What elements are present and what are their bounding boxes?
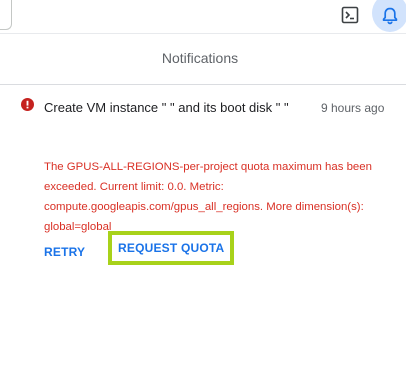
notification-error-message: The GPUS-ALL-REGIONS-per-project quota m… [44,161,372,233]
error-icon [21,98,34,111]
divider [0,84,406,85]
retry-button[interactable]: RETRY [44,236,85,268]
search-box-edge[interactable] [0,0,12,30]
panel-title: Notifications [161,50,239,66]
request-quota-button[interactable]: REQUEST QUOTA [108,231,235,265]
notification-title: Create VM instance " " and its boot disk… [44,100,289,115]
notification-time: 9 hours ago [321,101,385,115]
notifications-panel: Notifications Create VM instance " " and… [0,33,406,383]
terminal-icon [341,6,359,24]
top-toolbar [0,0,406,32]
cloud-shell-button[interactable] [335,0,365,30]
bell-icon [382,7,398,25]
notification-actions: RETRY REQUEST QUOTA [0,231,406,274]
notifications-button[interactable] [372,0,406,32]
